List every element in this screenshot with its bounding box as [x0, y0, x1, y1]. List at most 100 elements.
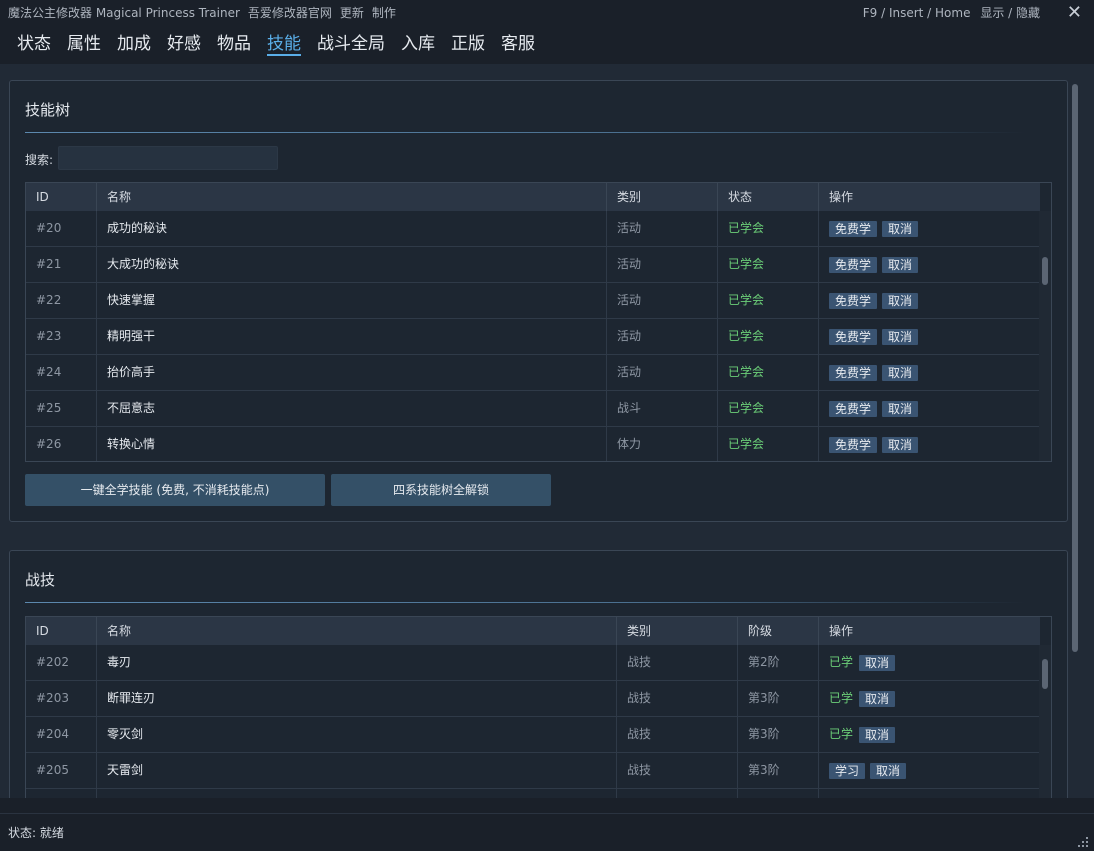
skill-category: 战技: [617, 717, 738, 752]
toggle-visibility-label[interactable]: 显示 / 隐藏: [980, 6, 1040, 20]
skill-id: #26: [26, 427, 97, 461]
table-cell: [617, 789, 738, 798]
free-learn-button[interactable]: 免费学: [829, 292, 878, 309]
cancel-button[interactable]: 取消: [859, 654, 896, 671]
table-header: ID 名称 类别 状态 操作: [26, 183, 1040, 211]
free-learn-button[interactable]: 免费学: [829, 220, 878, 237]
skill-category: 战斗: [607, 391, 718, 426]
skill-name: 不屈意志: [97, 391, 607, 426]
tab-items[interactable]: 物品: [217, 24, 251, 56]
cancel-button[interactable]: 取消: [859, 726, 896, 743]
free-learn-button[interactable]: 免费学: [829, 328, 878, 345]
table-cell: [738, 789, 819, 798]
panel-title: 技能树: [25, 101, 71, 119]
skill-name: 天雷剑: [97, 753, 617, 788]
skill-id: #203: [26, 681, 97, 716]
scrollbar-thumb[interactable]: [1042, 659, 1048, 689]
tab-skills[interactable]: 技能: [267, 24, 301, 56]
cancel-button[interactable]: 取消: [882, 256, 919, 273]
column-header[interactable]: 类别: [607, 183, 718, 211]
cancel-button[interactable]: 取消: [882, 328, 919, 345]
skill-category: 战技: [617, 681, 738, 716]
main-content: 技能树 搜索: ID 名称 类别 状态 操作 #20 成功的秘诀 活动 已学会 …: [0, 64, 1094, 798]
table-row: #23 精明强干 活动 已学会 免费学 取消: [26, 319, 1040, 355]
column-header[interactable]: 阶级: [738, 617, 819, 645]
official-site-link[interactable]: 吾爱修改器官网: [248, 4, 332, 21]
column-header[interactable]: 类别: [617, 617, 738, 645]
learn-all-skills-button[interactable]: 一键全学技能 (免费, 不消耗技能点): [25, 474, 325, 506]
skill-tier: 第3阶: [738, 681, 819, 716]
table-scrollbar[interactable]: [1039, 645, 1051, 798]
update-link[interactable]: 更新: [340, 4, 364, 21]
skill-id: #20: [26, 211, 97, 246]
scrollbar-thumb[interactable]: [1042, 257, 1048, 285]
skill-name: 转换心情: [97, 427, 607, 461]
unlock-all-trees-button[interactable]: 四系技能树全解锁: [331, 474, 551, 506]
table-cell: [97, 789, 617, 798]
tab-storage[interactable]: 入库: [401, 24, 435, 56]
free-learn-button[interactable]: 免费学: [829, 436, 878, 453]
cancel-button[interactable]: 取消: [882, 400, 919, 417]
skill-tier: 第3阶: [738, 753, 819, 788]
skill-actions: 学习 取消: [819, 753, 1040, 788]
free-learn-button[interactable]: 免费学: [829, 256, 878, 273]
tab-status[interactable]: 状态: [17, 24, 51, 56]
learned-label: 已学: [829, 655, 854, 669]
skill-tree-table: ID 名称 类别 状态 操作 #20 成功的秘诀 活动 已学会 免费学 取消 #2…: [25, 182, 1052, 462]
skill-id: #25: [26, 391, 97, 426]
credits-link[interactable]: 制作: [372, 4, 396, 21]
table-scrollbar[interactable]: [1039, 211, 1051, 461]
hotkey-area: F9 / Insert / Home 显示 / 隐藏: [857, 4, 1040, 21]
skill-category: 活动: [607, 247, 718, 282]
free-learn-button[interactable]: 免费学: [829, 400, 878, 417]
learned-label: 已学: [829, 727, 854, 741]
skill-status: 已学会: [718, 355, 819, 390]
combat-skills-panel: 战技 ID 名称 类别 阶级 操作 #202 毒刃 战技 第2阶 已学 取消 #2…: [9, 550, 1068, 798]
main-scrollbar-thumb[interactable]: [1072, 84, 1078, 652]
skill-name: 零灭剑: [97, 717, 617, 752]
skill-actions: 免费学 取消: [819, 319, 1040, 354]
close-icon[interactable]: ✕: [1067, 2, 1082, 23]
skill-id: #22: [26, 283, 97, 318]
tab-bonus[interactable]: 加成: [117, 24, 151, 56]
tab-support[interactable]: 客服: [501, 24, 535, 56]
column-header[interactable]: 名称: [97, 183, 607, 211]
learn-button[interactable]: 学习: [829, 762, 866, 779]
skill-id: #23: [26, 319, 97, 354]
skill-actions: 已学 取消: [819, 717, 1040, 752]
tab-affection[interactable]: 好感: [167, 24, 201, 56]
tab-genuine[interactable]: 正版: [451, 24, 485, 56]
tab-battle-global[interactable]: 战斗全局: [317, 24, 385, 56]
skill-name: 断罪连刃: [97, 681, 617, 716]
search-input[interactable]: [58, 146, 278, 170]
column-header[interactable]: ID: [26, 183, 97, 211]
skill-actions: 免费学 取消: [819, 247, 1040, 282]
column-header[interactable]: 操作: [819, 617, 1040, 645]
column-header[interactable]: ID: [26, 617, 97, 645]
cancel-button[interactable]: 取消: [882, 436, 919, 453]
free-learn-button[interactable]: 免费学: [829, 364, 878, 381]
panel-title: 战技: [25, 571, 56, 589]
app-title: 魔法公主修改器 Magical Princess Trainer: [8, 5, 240, 20]
column-header[interactable]: 名称: [97, 617, 617, 645]
tab-attributes[interactable]: 属性: [67, 24, 101, 56]
skill-status: 已学会: [718, 247, 819, 282]
skill-tree-panel: 技能树 搜索: ID 名称 类别 状态 操作 #20 成功的秘诀 活动 已学会 …: [9, 80, 1068, 522]
table-row: #205 天雷剑 战技 第3阶 学习 取消: [26, 753, 1040, 789]
cancel-button[interactable]: 取消: [882, 220, 919, 237]
cancel-button[interactable]: 取消: [870, 762, 907, 779]
table-row: #26 转换心情 体力 已学会 免费学 取消: [26, 427, 1040, 461]
combat-skills-table: ID 名称 类别 阶级 操作 #202 毒刃 战技 第2阶 已学 取消 #203 …: [25, 616, 1052, 798]
cancel-button[interactable]: 取消: [859, 690, 896, 707]
skill-actions: 已学 取消: [819, 681, 1040, 716]
column-header[interactable]: 操作: [819, 183, 1040, 211]
skill-status: 已学会: [718, 211, 819, 246]
resize-grip-icon[interactable]: [1078, 837, 1088, 847]
skill-id: #21: [26, 247, 97, 282]
skill-category: 战技: [617, 753, 738, 788]
column-header[interactable]: 状态: [718, 183, 819, 211]
table-row: #204 零灭剑 战技 第3阶 已学 取消: [26, 717, 1040, 753]
cancel-button[interactable]: 取消: [882, 292, 919, 309]
table-row: #24 抬价高手 活动 已学会 免费学 取消: [26, 355, 1040, 391]
cancel-button[interactable]: 取消: [882, 364, 919, 381]
